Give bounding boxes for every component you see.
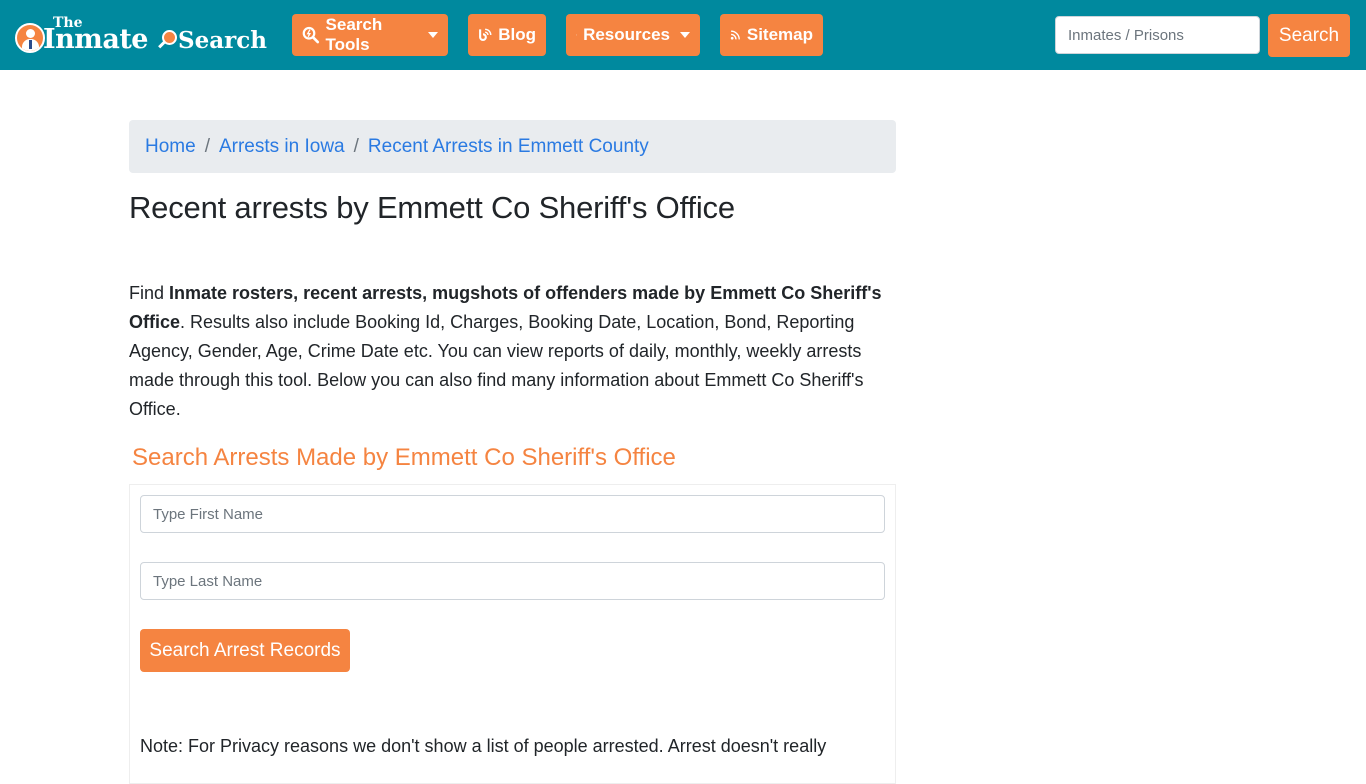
rss-icon xyxy=(730,25,741,45)
page-title: Recent arrests by Emmett Co Sheriff's Of… xyxy=(129,190,735,226)
logo-text-inmate: Inmate xyxy=(43,24,148,56)
nav-blog-label: Blog xyxy=(498,25,536,45)
breadcrumb-separator: / xyxy=(205,136,210,158)
nav-sitemap-button[interactable]: Sitemap xyxy=(720,14,823,56)
breadcrumb-arrests-in-iowa[interactable]: Arrests in Iowa xyxy=(219,136,345,158)
chevron-down-icon xyxy=(428,32,438,38)
nav-sitemap-label: Sitemap xyxy=(747,25,813,45)
nav-blog-button[interactable]: Blog xyxy=(468,14,546,56)
logo-text-search: Search xyxy=(178,27,267,55)
intro-rest: . Results also include Booking Id, Charg… xyxy=(129,312,863,419)
magnifier-icon xyxy=(158,30,178,50)
first-name-input[interactable] xyxy=(140,495,885,533)
nav-search-tools-label: Search Tools xyxy=(326,15,418,55)
arrest-search-form: Search Arrest Records Note: For Privacy … xyxy=(129,484,896,784)
search-section-title: Search Arrests Made by Emmett Co Sheriff… xyxy=(132,444,676,472)
last-name-input[interactable] xyxy=(140,562,885,600)
breadcrumb: Home / Arrests in Iowa / Recent Arrests … xyxy=(129,120,896,173)
site-logo[interactable]: The Inmate Search xyxy=(15,16,270,56)
nav-search-tools-button[interactable]: Search Tools xyxy=(292,14,448,56)
nav-resources-button[interactable]: Resources xyxy=(566,14,700,56)
search-arrest-records-button[interactable]: Search Arrest Records xyxy=(140,629,350,672)
breadcrumb-home[interactable]: Home xyxy=(145,136,196,158)
nav-resources-label: Resources xyxy=(583,25,670,45)
chevron-down-icon xyxy=(680,32,690,38)
breadcrumb-emmett-county[interactable]: Recent Arrests in Emmett County xyxy=(368,136,649,158)
navbar: The Inmate Search Search Tools Blog xyxy=(0,0,1366,70)
intro-prefix: Find xyxy=(129,283,169,303)
blog-icon xyxy=(478,25,492,45)
top-search-button[interactable]: Search xyxy=(1268,14,1350,57)
inmate-search-input[interactable] xyxy=(1055,16,1260,54)
intro-paragraph: Find Inmate rosters, recent arrests, mug… xyxy=(129,279,896,424)
inmate-avatar-icon xyxy=(15,23,45,53)
breadcrumb-separator: / xyxy=(354,136,359,158)
search-tools-icon xyxy=(302,25,320,45)
privacy-note: Note: For Privacy reasons we don't show … xyxy=(140,732,885,761)
leaf-icon xyxy=(576,25,577,45)
